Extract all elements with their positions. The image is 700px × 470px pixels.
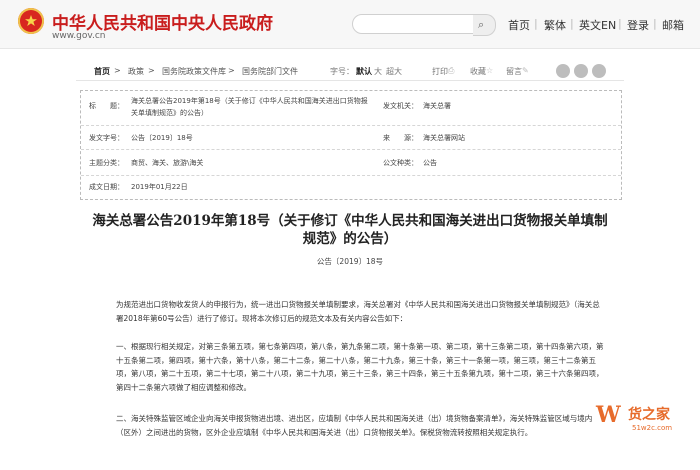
meta-source-key: 来 源： — [383, 134, 418, 142]
favorite-button[interactable]: 收藏 — [470, 66, 486, 77]
meta-topic-key: 主题分类： — [89, 159, 124, 167]
meta-source-value: 海关总署网站 — [423, 134, 465, 142]
breadcrumb-sep: > — [148, 66, 155, 75]
watermark-logo-icon: W — [596, 402, 621, 428]
nav-separator: | — [534, 17, 538, 30]
watermark: W 货之家 51w2c.com — [596, 402, 696, 442]
comment-button[interactable]: 留言 — [506, 66, 522, 77]
meta-row-date: 成文日期： 2019年01月22日 — [81, 175, 621, 198]
font-size-default[interactable]: 默认 — [356, 66, 372, 77]
wechat-share-icon[interactable] — [556, 64, 570, 78]
qzone-share-icon[interactable] — [592, 64, 606, 78]
print-button[interactable]: 打印 — [432, 66, 448, 77]
breadcrumb-sep: > — [114, 66, 121, 75]
meta-topic-value: 商贸、海关、旅游\海关 — [131, 159, 204, 167]
weibo-share-icon[interactable] — [574, 64, 588, 78]
meta-title-value-1: 海关总署公告2019年第18号（关于修订《中华人民共和国海关进出口货物报 — [131, 97, 368, 105]
font-size-xlarge[interactable]: 超大 — [386, 66, 402, 77]
print-icon: ⎙ — [448, 66, 455, 75]
meta-issuer-key: 发文机关： — [383, 102, 418, 110]
search-input[interactable] — [352, 14, 474, 34]
breadcrumb-dept-docs[interactable]: 国务院部门文件 — [242, 66, 298, 77]
meta-type-key: 公文种类： — [383, 159, 418, 167]
nav-traditional[interactable]: 繁体 — [544, 17, 566, 33]
search-icon: ⌕ — [478, 18, 485, 31]
meta-type-value: 公告 — [423, 159, 437, 167]
meta-date-value: 2019年01月22日 — [131, 183, 188, 191]
meta-title-value-2: 关单填制规范》的公告） — [131, 109, 208, 117]
article-title-line-2: 规范》的公告） — [302, 231, 398, 247]
comment-icon: ✎ — [522, 66, 529, 75]
nav-english[interactable]: 英文EN — [579, 17, 616, 33]
meta-issuer-value: 海关总署 — [423, 102, 451, 110]
site-header: 中华人民共和国中央人民政府 www.gov.cn ⌕ 首页 | 繁体 | 英文E… — [0, 0, 700, 49]
breadcrumb: 首页 > 政策 > 国务院政策文件库 > 国务院部门文件 字号： 默认 大 超大… — [76, 62, 624, 81]
font-size-label: 字号： — [330, 67, 354, 76]
national-emblem-icon[interactable] — [18, 8, 44, 34]
search-button[interactable]: ⌕ — [473, 14, 496, 36]
nav-login[interactable]: 登录 — [627, 17, 649, 33]
article-title-line-1: 海关总署公告2019年第18号（关于修订《中华人民共和国海关进出口货物报关单填制 — [92, 213, 608, 229]
watermark-url: 51w2c.com — [632, 424, 673, 432]
nav-separator: | — [653, 17, 657, 30]
article-doc-number: 公告〔2019〕18号 — [316, 257, 384, 266]
nav-separator: | — [618, 17, 622, 30]
meta-row-docno: 发文字号： 公告〔2019〕18号 来 源： 海关总署网站 — [81, 125, 621, 150]
meta-docno-key: 发文字号： — [89, 134, 124, 142]
breadcrumb-policy-library[interactable]: 国务院政策文件库 — [162, 66, 226, 77]
article-paragraph-2: 一、根据现行相关规定，对第三条第五项，第七条第四项，第八条，第九条第二项，第十条… — [116, 342, 604, 392]
article-title: 海关总署公告2019年第18号（关于修订《中华人民共和国海关进出口货物报关单填制… — [84, 212, 616, 248]
nav-separator: | — [570, 17, 574, 30]
meta-title-key: 标 题： — [89, 102, 124, 110]
meta-docno-value: 公告〔2019〕18号 — [131, 134, 193, 142]
article-paragraph-3: 二、海关特殊监管区域企业向海关申报货物进出境、进出区，应填制《中华人民共和国海关… — [116, 414, 593, 437]
breadcrumb-sep: > — [228, 66, 235, 75]
site-domain: www.gov.cn — [52, 31, 106, 41]
star-icon: ☆ — [486, 66, 494, 75]
font-size-large[interactable]: 大 — [374, 66, 382, 77]
meta-date-key: 成文日期： — [89, 183, 124, 191]
meta-row-topic: 主题分类： 商贸、海关、旅游\海关 公文种类： 公告 — [81, 149, 621, 176]
document-metadata-table: 标 题： 海关总署公告2019年第18号（关于修订《中华人民共和国海关进出口货物… — [80, 90, 622, 200]
breadcrumb-home[interactable]: 首页 — [94, 66, 110, 77]
nav-home[interactable]: 首页 — [508, 17, 530, 33]
article-paragraph-1: 为规范进出口货物收发货人的申报行为，统一进出口货物报关单填制要求，海关总署对《中… — [116, 300, 600, 323]
nav-mail[interactable]: 邮箱 — [662, 17, 684, 33]
breadcrumb-policy[interactable]: 政策 — [128, 66, 144, 77]
watermark-text: 货之家 — [628, 407, 670, 423]
meta-row-title: 标 题： 海关总署公告2019年第18号（关于修订《中华人民共和国海关进出口货物… — [81, 91, 621, 126]
